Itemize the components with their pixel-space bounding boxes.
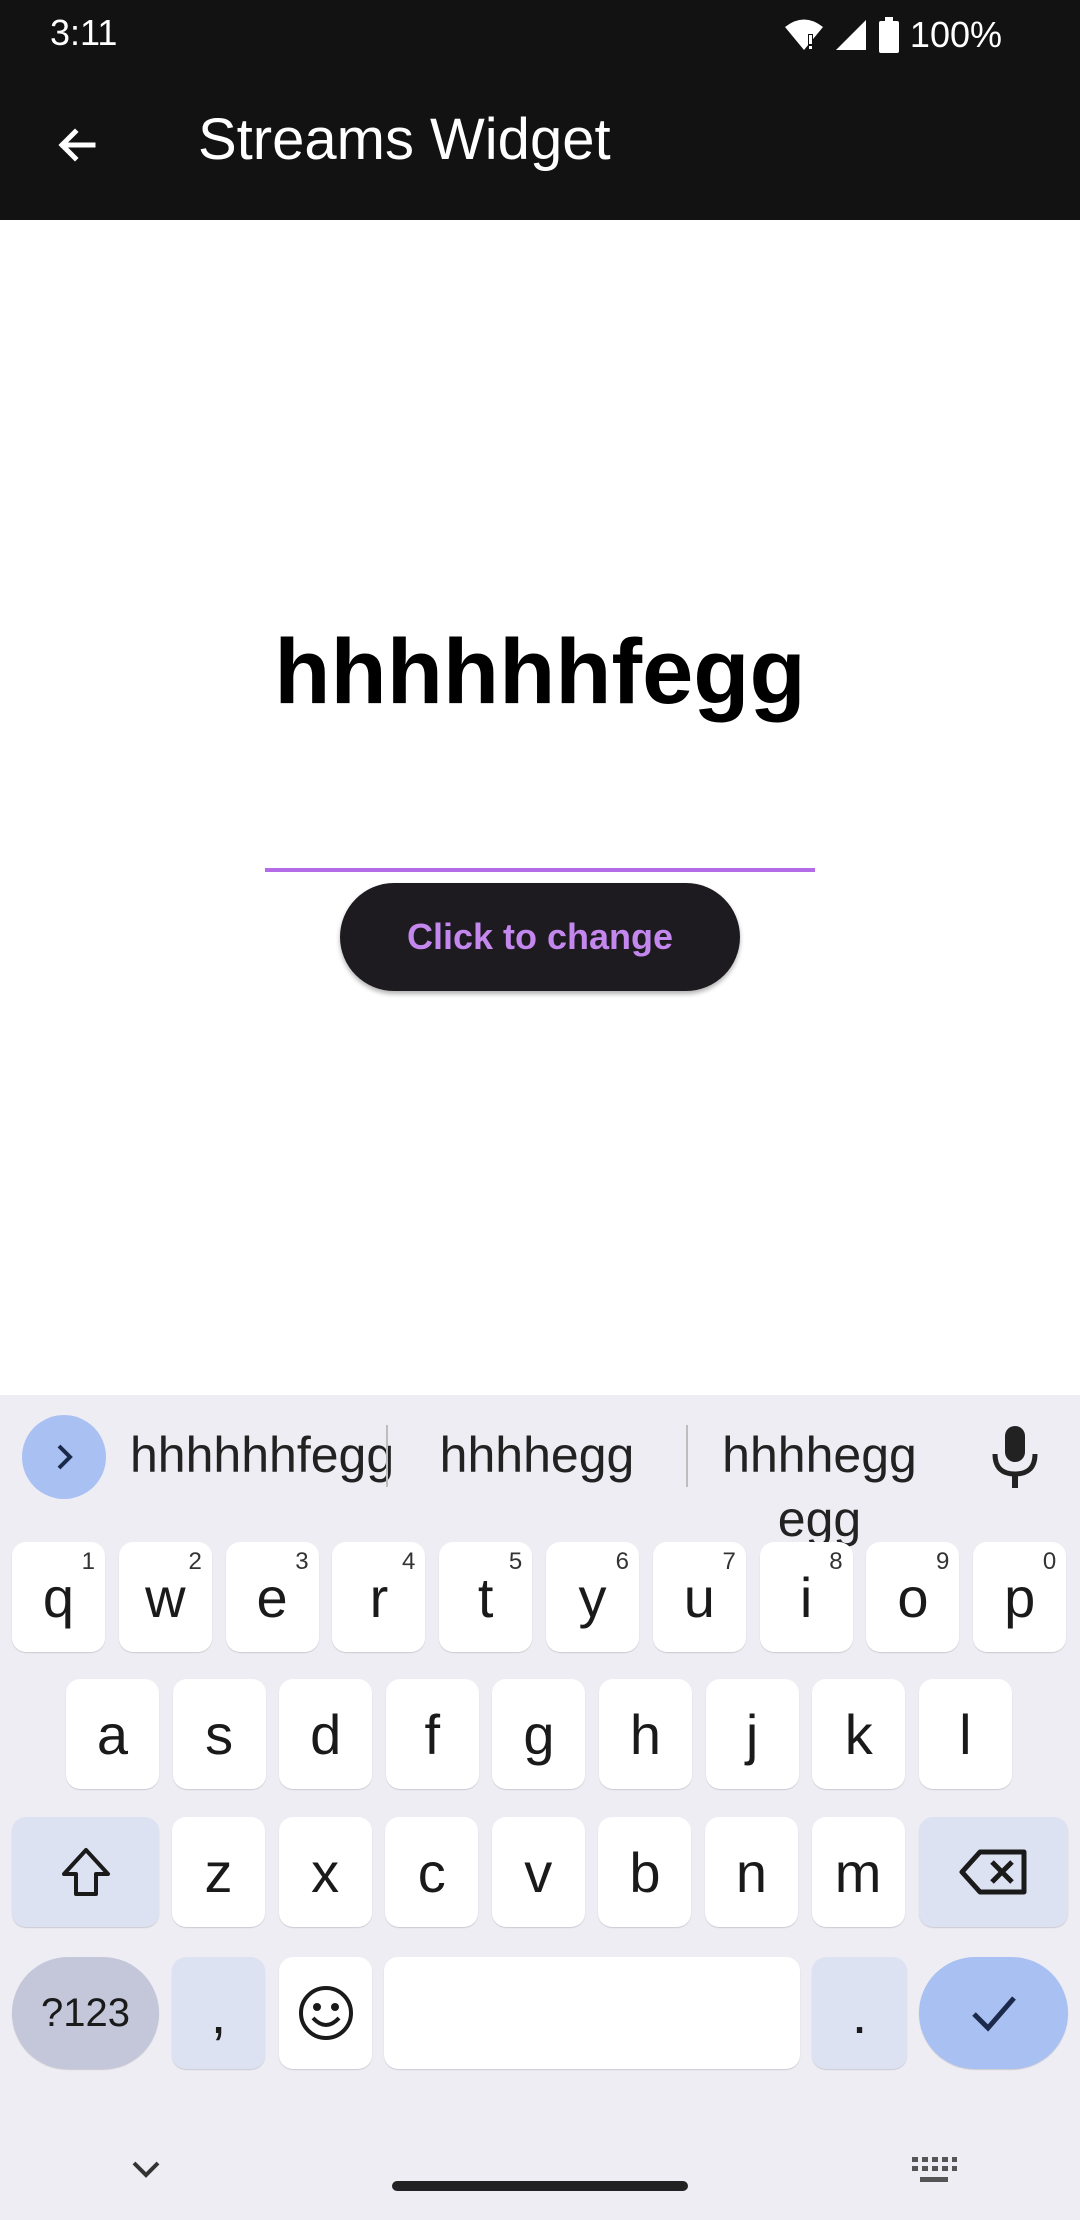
key-h[interactable]: h	[599, 1679, 692, 1789]
suggestion-1[interactable]: hhhhhhfegg	[130, 1423, 394, 1487]
suggestion-3[interactable]: hhhhegg egg	[692, 1423, 947, 1547]
key-hint: 8	[829, 1548, 843, 1575]
shift-icon	[61, 1848, 110, 1896]
chevron-down-icon[interactable]	[128, 2155, 164, 2183]
key-m[interactable]: m	[811, 1817, 905, 1927]
battery-icon	[878, 17, 899, 53]
key-x[interactable]: x	[278, 1817, 372, 1927]
key-n[interactable]: n	[705, 1817, 798, 1927]
key-label: i	[799, 1565, 813, 1629]
home-gesture-handle[interactable]	[392, 2181, 688, 2191]
back-button[interactable]	[42, 110, 112, 180]
key-hint: 7	[722, 1548, 736, 1575]
keyboard-switch-icon[interactable]	[910, 2155, 958, 2187]
text-input-field[interactable]	[265, 868, 815, 872]
signal-icon	[835, 20, 866, 50]
key-c[interactable]: c	[385, 1817, 479, 1927]
key-f[interactable]: f	[385, 1679, 479, 1789]
enter-key[interactable]	[919, 1957, 1068, 2069]
symbols-key[interactable]: ?123	[12, 1957, 159, 2069]
key-label: u	[683, 1565, 715, 1629]
key-p[interactable]: p0	[973, 1542, 1067, 1652]
key-g[interactable]: g	[492, 1679, 586, 1789]
key-j[interactable]: j	[705, 1679, 799, 1789]
key-hint: 2	[188, 1548, 202, 1575]
key-label: q	[42, 1565, 75, 1629]
app-bar: Streams Widget	[0, 70, 1080, 220]
shift-key[interactable]	[12, 1817, 159, 1927]
key-d[interactable]: d	[279, 1679, 373, 1789]
key-hint: 4	[402, 1548, 416, 1575]
soft-keyboard: hhhhhhfegg hhhhegg hhhhegg egg q1w2e3r4t…	[0, 1395, 1080, 2220]
key-u[interactable]: u7	[652, 1542, 746, 1652]
key-label: t	[477, 1565, 494, 1629]
key-label: y	[578, 1565, 607, 1629]
key-r[interactable]: r4	[332, 1542, 426, 1652]
key-i[interactable]: i8	[759, 1542, 853, 1652]
stream-output-text: hhhhhhfegg	[274, 621, 806, 723]
expand-suggestions-button[interactable]	[22, 1415, 106, 1499]
key-hint: 3	[295, 1548, 309, 1575]
key-hint: 6	[615, 1548, 629, 1575]
key-label: w	[145, 1565, 186, 1629]
check-icon	[971, 1996, 1016, 2032]
key-label: o	[897, 1565, 929, 1629]
arrow-back-icon	[58, 128, 96, 162]
key-hint: 5	[508, 1548, 523, 1575]
key-label: r	[369, 1565, 389, 1629]
change-button[interactable]: Click to change	[340, 883, 740, 991]
emoji-key[interactable]	[279, 1957, 372, 2069]
key-s[interactable]: s	[172, 1679, 266, 1789]
key-y[interactable]: y6	[546, 1542, 639, 1652]
key-o[interactable]: o9	[866, 1542, 960, 1652]
period-key[interactable]: .	[812, 1957, 907, 2069]
key-l[interactable]: l	[918, 1679, 1012, 1789]
key-k[interactable]: k	[812, 1679, 906, 1789]
wifi-icon	[784, 19, 823, 50]
key-label: p	[1004, 1565, 1036, 1629]
key-hint: 1	[81, 1548, 95, 1575]
suggestion-divider	[686, 1425, 688, 1487]
status-bar: 3:11 100%	[0, 0, 1080, 70]
key-v[interactable]: v	[491, 1817, 585, 1927]
key-z[interactable]: z	[172, 1817, 265, 1927]
emoji-icon	[298, 1986, 353, 2040]
suggestion-2[interactable]: hhhhegg	[392, 1423, 682, 1487]
comma-key[interactable]: ,	[172, 1957, 265, 2069]
chevron-right-icon	[57, 1444, 73, 1470]
key-hint: 0	[1042, 1548, 1057, 1575]
status-icons: 100%	[784, 12, 1002, 58]
battery-percent: 100%	[909, 14, 1002, 55]
key-w[interactable]: w2	[118, 1542, 212, 1652]
backspace-icon	[959, 1849, 1026, 1895]
key-a[interactable]: a	[66, 1679, 159, 1789]
backspace-key[interactable]	[919, 1817, 1068, 1927]
space-key[interactable]	[384, 1957, 800, 2069]
status-time: 3:11	[50, 12, 118, 53]
key-label: e	[256, 1565, 288, 1629]
page-title: Streams Widget	[198, 107, 611, 172]
key-q[interactable]: q1	[12, 1542, 105, 1652]
main-content: hhhhhhfegg Click to change	[0, 220, 1080, 1395]
keyboard-nav-row	[0, 2125, 1080, 2220]
microphone-icon[interactable]	[985, 1420, 1045, 1495]
key-b[interactable]: b	[598, 1817, 692, 1927]
key-hint: 9	[936, 1548, 950, 1575]
key-e[interactable]: e3	[225, 1542, 319, 1652]
suggestion-divider	[386, 1425, 388, 1487]
key-t[interactable]: t5	[439, 1542, 533, 1652]
